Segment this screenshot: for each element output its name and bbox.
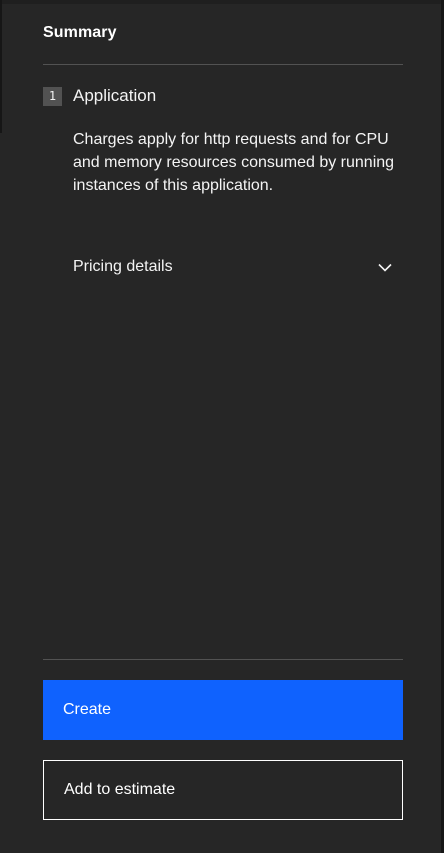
pricing-details-toggle[interactable]: Pricing details: [73, 252, 393, 282]
step-number-badge: 1: [43, 86, 62, 106]
chevron-down-icon: [377, 259, 393, 275]
summary-panel: Summary 1 Application Charges apply for …: [0, 0, 444, 853]
pricing-details-label: Pricing details: [73, 258, 173, 275]
summary-title: Summary: [43, 24, 117, 41]
panel-top-border: [0, 0, 444, 4]
panel-left-border: [0, 0, 2, 133]
create-button[interactable]: Create: [43, 680, 403, 740]
summary-divider-top: [43, 64, 403, 65]
step-application: 1 Application: [43, 85, 156, 107]
actions-divider: [43, 659, 403, 660]
application-description: Charges apply for http requests and for …: [73, 131, 395, 194]
step-label: Application: [73, 86, 157, 105]
add-to-estimate-button[interactable]: Add to estimate: [43, 760, 403, 820]
